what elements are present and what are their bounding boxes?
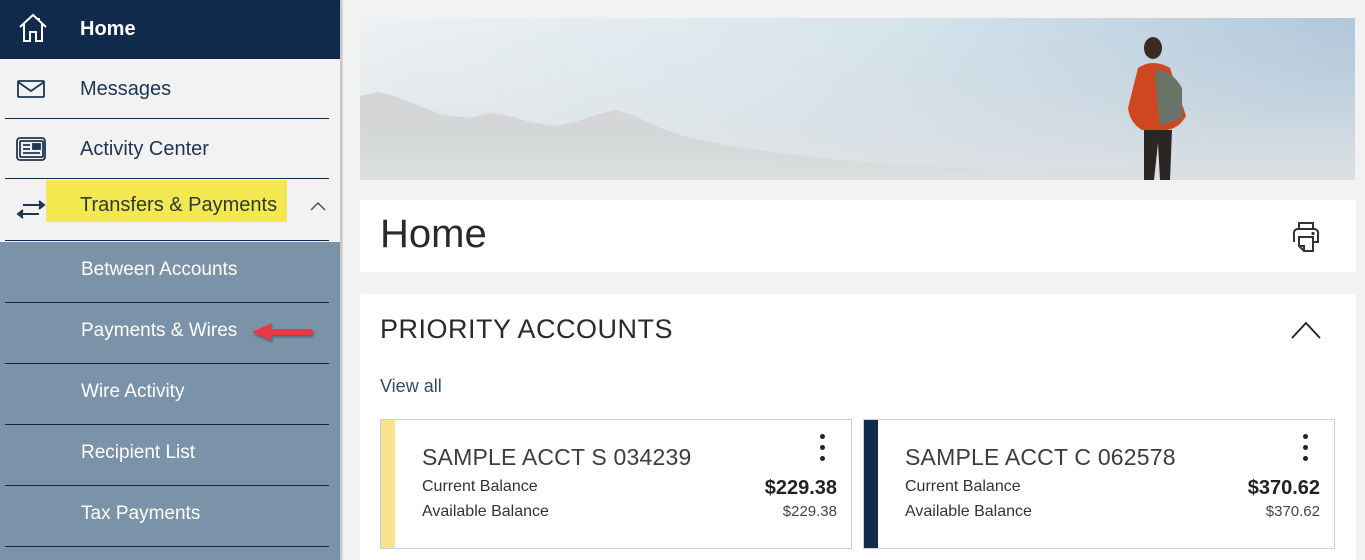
sidebar-item-transfers-payments[interactable]: Transfers & Payments xyxy=(0,179,340,241)
sidebar-item-label: Home xyxy=(80,18,136,40)
available-balance-value: $370.62 xyxy=(1265,503,1320,520)
transfer-arrows-icon xyxy=(16,200,46,219)
current-balance-label: Current Balance xyxy=(905,478,1021,495)
chevron-up-icon[interactable] xyxy=(1290,320,1322,340)
annotation-arrow-icon xyxy=(252,323,313,341)
account-name[interactable]: SAMPLE ACCT C 062578 xyxy=(905,444,1176,471)
submenu-item-wire-activity[interactable]: Wire Activity xyxy=(0,364,340,425)
chevron-up-icon[interactable] xyxy=(310,201,326,211)
submenu-item-label: Payments & Wires xyxy=(81,320,238,341)
sidebar: Home Messages Activity Center Transfers … xyxy=(0,0,341,560)
divider xyxy=(5,240,329,241)
sidebar-item-label: Transfers & Payments xyxy=(80,194,278,216)
sidebar-item-label: Activity Center xyxy=(80,137,209,160)
available-balance-label: Available Balance xyxy=(905,503,1032,520)
submenu-item-label: Tax Payments xyxy=(81,503,201,524)
page-title: Home xyxy=(380,212,487,256)
view-all-link[interactable]: View all xyxy=(380,376,442,397)
home-icon xyxy=(19,13,47,42)
current-balance-value: $229.38 xyxy=(764,477,837,499)
account-color-stripe xyxy=(381,420,395,548)
activity-center-icon xyxy=(16,137,46,161)
submenu-item-label: Wire Activity xyxy=(81,381,185,402)
sidebar-item-label: Messages xyxy=(80,77,172,100)
account-color-stripe xyxy=(864,420,878,548)
divider xyxy=(5,546,329,547)
sidebar-item-activity-center[interactable]: Activity Center xyxy=(0,119,340,179)
printer-icon[interactable] xyxy=(1289,220,1323,254)
banner-image xyxy=(360,18,1355,180)
sidebar-item-messages[interactable]: Messages xyxy=(0,59,340,119)
section-title: PRIORITY ACCOUNTS xyxy=(380,314,674,344)
submenu-item-label: Recipient List xyxy=(81,442,196,463)
submenu-item-between-accounts[interactable]: Between Accounts xyxy=(0,242,340,303)
submenu-item-label: Between Accounts xyxy=(81,259,238,280)
more-options-icon[interactable] xyxy=(817,434,827,466)
hero-banner xyxy=(360,18,1355,180)
account-card[interactable]: SAMPLE ACCT S 034239 Current Balance $22… xyxy=(380,419,852,549)
submenu-item-tax-payments[interactable]: Tax Payments xyxy=(0,486,340,547)
transfers-submenu: Between Accounts Payments & Wires Wire A… xyxy=(0,242,340,560)
page-header-card: Home xyxy=(360,200,1356,272)
submenu-item-payments-wires[interactable]: Payments & Wires xyxy=(0,303,340,364)
account-card[interactable]: SAMPLE ACCT C 062578 Current Balance $37… xyxy=(863,419,1335,549)
current-balance-value: $370.62 xyxy=(1247,477,1320,499)
available-balance-value: $229.38 xyxy=(782,503,837,520)
account-name[interactable]: SAMPLE ACCT S 034239 xyxy=(422,444,692,471)
available-balance-label: Available Balance xyxy=(422,503,549,520)
priority-accounts-card: PRIORITY ACCOUNTS View all SAMPLE ACCT S… xyxy=(360,294,1356,560)
current-balance-label: Current Balance xyxy=(422,478,538,495)
envelope-icon xyxy=(17,80,45,98)
submenu-item-recipient-list[interactable]: Recipient List xyxy=(0,425,340,486)
more-options-icon[interactable] xyxy=(1300,434,1310,466)
sidebar-item-home[interactable]: Home xyxy=(0,0,340,59)
